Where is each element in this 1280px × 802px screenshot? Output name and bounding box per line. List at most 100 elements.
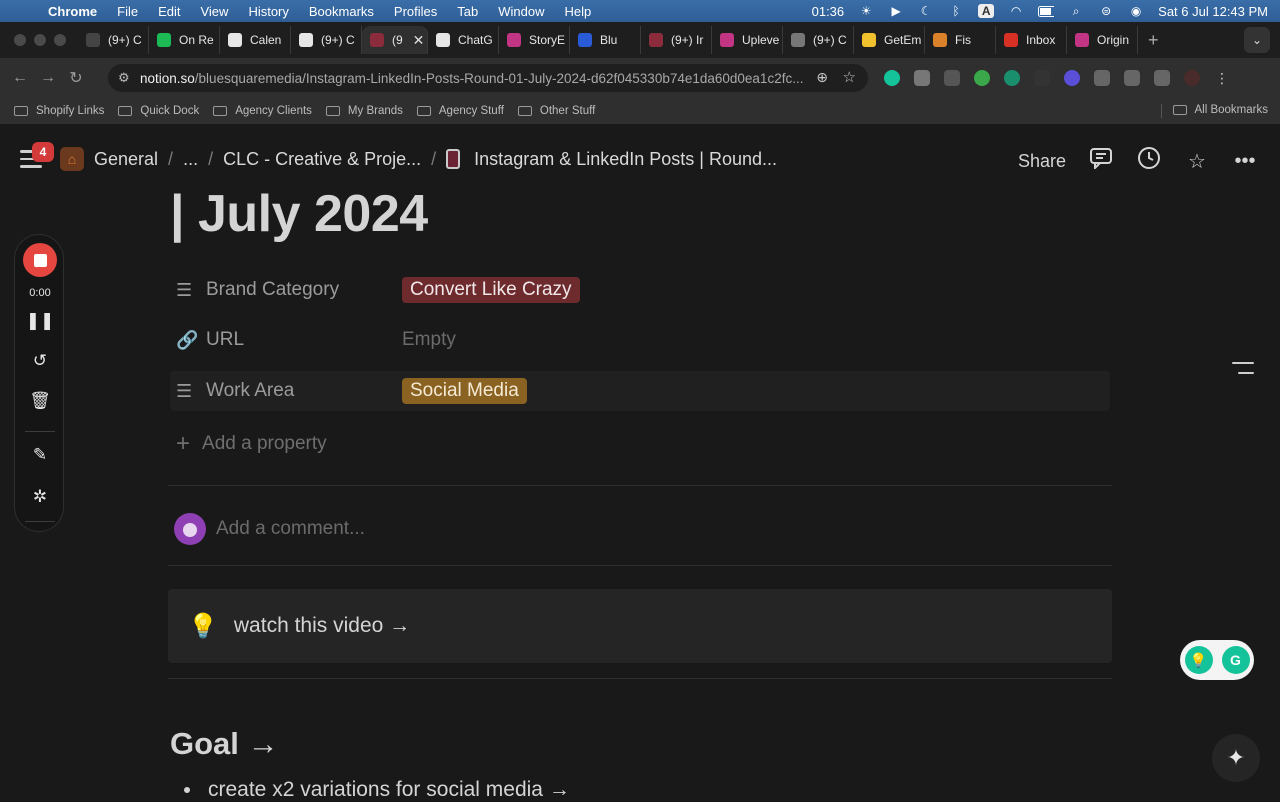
- wifi-icon[interactable]: ◠: [1008, 4, 1024, 18]
- browser-tab[interactable]: ChatG: [428, 26, 499, 54]
- more-options-icon[interactable]: •••: [1232, 150, 1258, 173]
- browser-tab[interactable]: On Re: [149, 26, 220, 54]
- gear-ext-icon[interactable]: [1064, 70, 1080, 86]
- reload-button[interactable]: ↻: [62, 68, 90, 88]
- menu-app[interactable]: Chrome: [48, 4, 97, 19]
- address-bar[interactable]: ⚙ notion.so/bluesquaremedia/Instagram-Li…: [108, 64, 868, 92]
- updates-clock-icon[interactable]: [1136, 146, 1162, 176]
- ring-ext-icon[interactable]: [1004, 70, 1020, 86]
- code-ext-icon[interactable]: [944, 70, 960, 86]
- browser-tab[interactable]: GetEm: [854, 26, 925, 54]
- chrome-menu-icon[interactable]: ⋮: [1214, 70, 1230, 86]
- menu-help[interactable]: Help: [565, 4, 592, 19]
- zoom-icon[interactable]: ⊕: [816, 69, 828, 86]
- menu-bookmarks[interactable]: Bookmarks: [309, 4, 374, 19]
- property-url[interactable]: 🔗 URL Empty: [170, 320, 1110, 360]
- add-property-button[interactable]: + Add a property: [176, 430, 327, 458]
- grammarly-logo-icon[interactable]: G: [1221, 646, 1250, 674]
- home-icon[interactable]: ⌂: [60, 147, 84, 171]
- menu-window[interactable]: Window: [498, 4, 544, 19]
- site-settings-icon[interactable]: ⚙: [118, 70, 130, 86]
- grammarly-bulb-icon[interactable]: 💡: [1184, 646, 1213, 674]
- effects-icon[interactable]: ✲: [15, 487, 65, 507]
- zoom-window-button[interactable]: [54, 34, 66, 46]
- breadcrumb-general[interactable]: General: [94, 149, 158, 170]
- menu-view[interactable]: View: [200, 4, 228, 19]
- bookmark-other-stuff[interactable]: Other Stuff: [517, 105, 595, 117]
- menu-edit[interactable]: Edit: [158, 4, 180, 19]
- breadcrumb-ellipsis[interactable]: ...: [183, 149, 198, 170]
- work-area-tag[interactable]: Social Media: [402, 378, 527, 404]
- browser-tab[interactable]: Calen: [220, 26, 291, 54]
- back-button[interactable]: ←: [6, 69, 34, 87]
- bookmark-agency-stuff[interactable]: Agency Stuff: [416, 105, 504, 117]
- brand-category-tag[interactable]: Convert Like Crazy: [402, 277, 580, 303]
- spotlight-search-icon[interactable]: ⌕: [1068, 4, 1084, 18]
- siri-icon[interactable]: ◉: [1128, 4, 1144, 18]
- menu-file[interactable]: File: [117, 4, 138, 19]
- browser-tab[interactable]: StoryE: [499, 26, 570, 54]
- control-center-icon[interactable]: ⊜: [1098, 4, 1114, 18]
- property-name[interactable]: ☰ Brand Category: [170, 279, 402, 301]
- browser-tab[interactable]: (9 ✕: [362, 26, 428, 54]
- browser-tab[interactable]: (9+) C: [78, 26, 149, 54]
- browser-tab[interactable]: Inbox: [996, 26, 1067, 54]
- menu-tab[interactable]: Tab: [457, 4, 478, 19]
- close-tab-icon[interactable]: ✕: [413, 32, 425, 49]
- profile-avatar-icon[interactable]: [1184, 70, 1200, 86]
- menu-history[interactable]: History: [248, 4, 288, 19]
- trash-icon[interactable]: 🗑: [15, 391, 65, 411]
- stop-recording-button[interactable]: [23, 243, 57, 277]
- browser-tab[interactable]: (9+) C: [783, 26, 854, 54]
- puzzle-extensions-icon[interactable]: [1094, 70, 1110, 86]
- browser-tab[interactable]: Upleve: [712, 26, 783, 54]
- doc-ext-icon[interactable]: [1034, 70, 1050, 86]
- bookmark-agency-clients[interactable]: Agency Clients: [213, 105, 312, 117]
- restart-icon[interactable]: ↺: [15, 351, 65, 371]
- comments-icon[interactable]: [1088, 147, 1114, 175]
- callout-block[interactable]: 💡 watch this video →: [168, 589, 1112, 663]
- bookmark-quick-dock[interactable]: Quick Dock: [118, 105, 199, 117]
- property-brand-category[interactable]: ☰ Brand Category Convert Like Crazy: [170, 270, 1110, 310]
- draw-pen-icon[interactable]: ✎: [15, 445, 65, 465]
- callout-text[interactable]: watch this video →: [234, 614, 410, 638]
- notion-ai-sparkle-button[interactable]: ✦: [1212, 734, 1260, 782]
- close-window-button[interactable]: [14, 34, 26, 46]
- browser-tab[interactable]: (9+) C: [291, 26, 362, 54]
- breadcrumb-clc[interactable]: CLC - Creative & Proje...: [223, 149, 421, 170]
- share-button[interactable]: Share: [1018, 151, 1066, 172]
- browser-tab[interactable]: Blu: [570, 26, 641, 54]
- download-icon[interactable]: [1154, 70, 1170, 86]
- grammarly-widget[interactable]: 💡 G: [1180, 640, 1254, 680]
- browser-tab[interactable]: (9+) Ir: [641, 26, 712, 54]
- recording-time[interactable]: 01:36: [812, 4, 845, 19]
- grammarly-ext-icon[interactable]: [884, 70, 900, 86]
- bluetooth-icon[interactable]: ᛒ: [948, 4, 964, 18]
- favorite-star-icon[interactable]: ☆: [1184, 149, 1210, 174]
- bookmark-shopify-links[interactable]: Shopify Links: [14, 105, 104, 117]
- camera-ext-icon[interactable]: [914, 70, 930, 86]
- browser-tab[interactable]: Fis: [925, 26, 996, 54]
- menu-profiles[interactable]: Profiles: [394, 4, 437, 19]
- comment-input[interactable]: Add a comment...: [174, 513, 365, 545]
- bookmark-my-brands[interactable]: My Brands: [325, 105, 403, 117]
- moon-icon[interactable]: ☾: [918, 4, 934, 18]
- new-tab-button[interactable]: +: [1148, 30, 1159, 51]
- url-empty-value[interactable]: Empty: [402, 329, 456, 351]
- table-of-contents-indicator[interactable]: [1232, 362, 1254, 382]
- bookmark-star-icon[interactable]: ☆: [843, 68, 856, 86]
- brightness-icon[interactable]: ☀: [858, 4, 874, 18]
- pause-icon[interactable]: ❚❚: [15, 311, 65, 331]
- browser-tab[interactable]: Origin: [1067, 26, 1138, 54]
- playlist-icon[interactable]: [1124, 70, 1140, 86]
- green-ext-icon[interactable]: [974, 70, 990, 86]
- battery-icon[interactable]: [1038, 4, 1055, 18]
- property-work-area[interactable]: ☰ Work Area Social Media: [170, 371, 1110, 411]
- list-item[interactable]: create x2 variations for social media →: [184, 778, 570, 802]
- menubar-datetime[interactable]: Sat 6 Jul 12:43 PM: [1158, 4, 1268, 19]
- page-title[interactable]: | July 2024: [170, 184, 428, 244]
- goal-heading[interactable]: Goal →: [170, 726, 279, 762]
- property-name[interactable]: 🔗 URL: [170, 329, 402, 351]
- input-source-icon[interactable]: A: [978, 4, 995, 18]
- minimize-window-button[interactable]: [34, 34, 46, 46]
